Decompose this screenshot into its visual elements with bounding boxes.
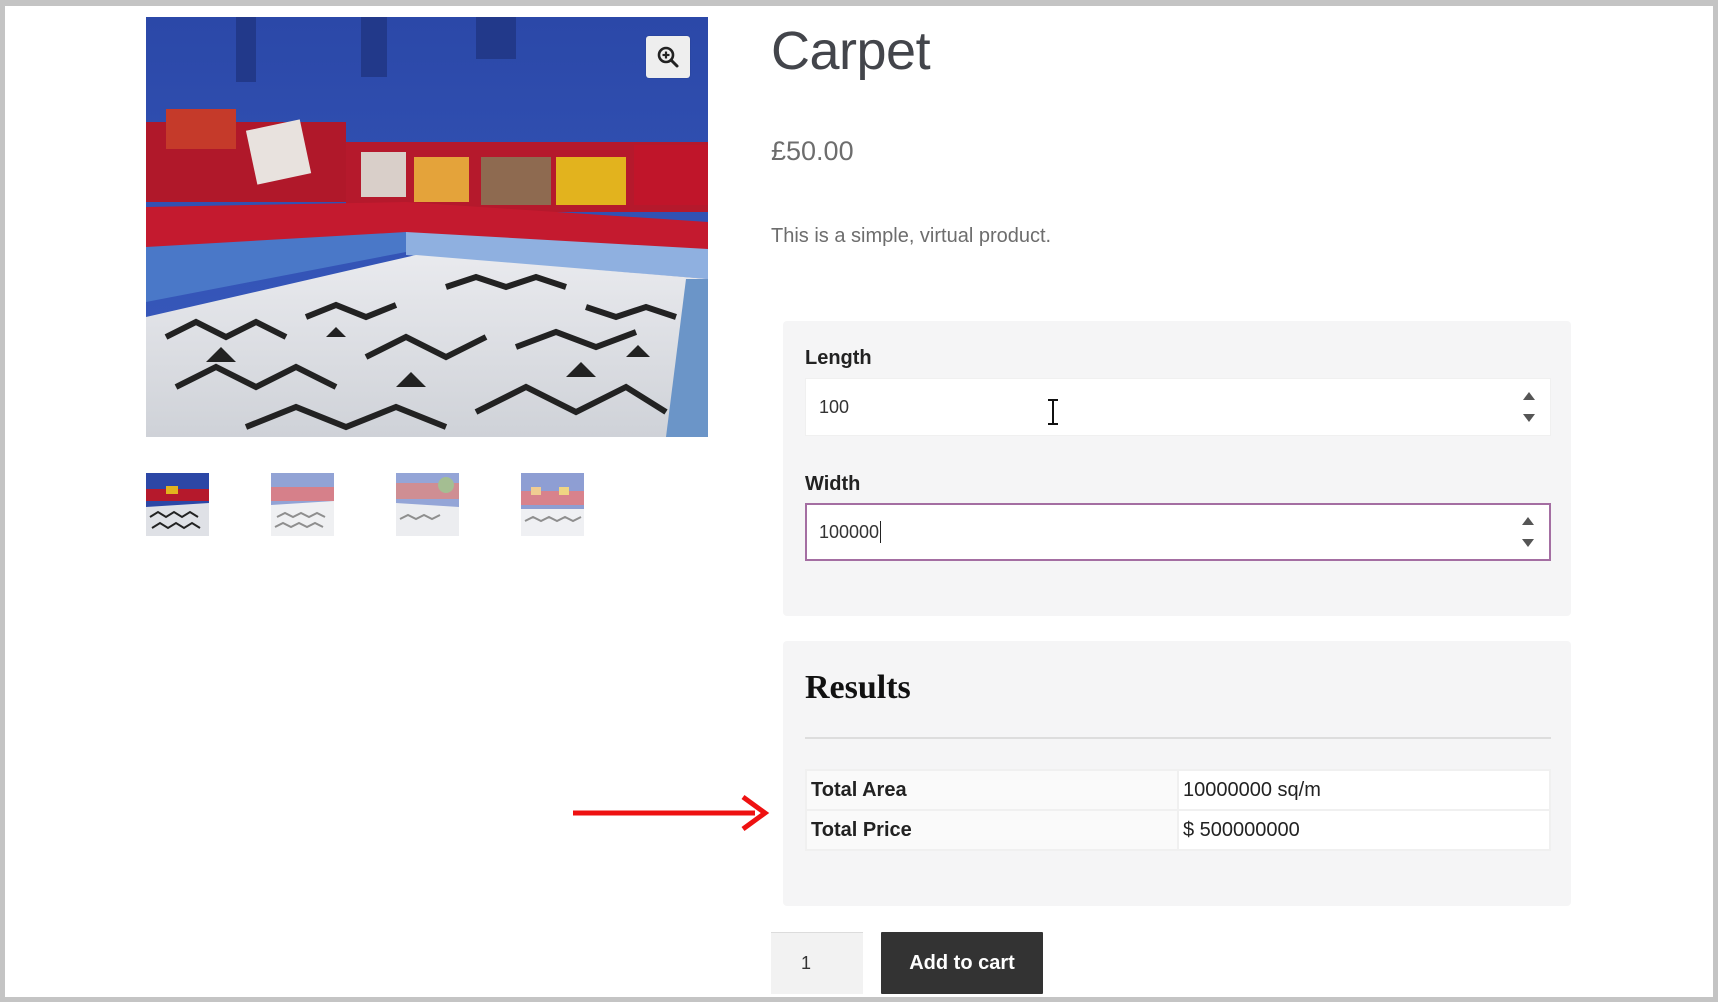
width-input[interactable]: 100000 <box>805 503 1551 561</box>
gallery-thumbnails <box>146 473 586 536</box>
total-price-value: $ 500000000 <box>1177 809 1551 851</box>
thumbnail-image <box>271 473 334 536</box>
zoom-button[interactable] <box>646 36 690 78</box>
product-description: This is a simple, virtual product. <box>771 225 1052 247</box>
product-photo-carpet-room <box>146 17 708 437</box>
length-value: 100 <box>819 396 850 417</box>
gallery-thumbnail[interactable] <box>271 473 334 536</box>
magnifier-plus-icon <box>657 46 679 68</box>
spin-up-icon[interactable] <box>1522 517 1534 525</box>
input-caret <box>880 521 882 543</box>
results-title: Results <box>805 669 911 706</box>
spin-down-icon[interactable] <box>1522 539 1534 547</box>
thumbnail-image <box>146 473 209 536</box>
total-area-value: 10000000 sq/m <box>1177 769 1551 811</box>
thumbnail-image <box>396 473 459 536</box>
total-area-label: Total Area <box>805 769 1179 811</box>
spin-up-icon[interactable] <box>1523 392 1535 400</box>
results-panel: Results Total Area 10000000 sq/m Total P… <box>783 641 1571 906</box>
table-row: Total Price $ 500000000 <box>805 809 1551 851</box>
text-cursor-icon <box>1046 399 1060 430</box>
total-price-label: Total Price <box>805 809 1179 851</box>
quantity-input[interactable]: 1 <box>771 932 863 994</box>
results-divider <box>805 737 1551 739</box>
width-spinner[interactable] <box>1519 517 1537 547</box>
length-label: Length <box>805 347 872 369</box>
spin-down-icon[interactable] <box>1523 414 1535 422</box>
red-arrow-icon <box>573 793 779 838</box>
product-main-image[interactable] <box>146 17 708 437</box>
gallery-thumbnail[interactable] <box>521 473 584 536</box>
add-to-cart-button[interactable]: Add to cart <box>881 932 1043 994</box>
table-row: Total Area 10000000 sq/m <box>805 769 1551 811</box>
gallery-thumbnail[interactable] <box>396 473 459 536</box>
dimensions-calculator-form: Length 100 Width 100000 <box>783 321 1571 616</box>
browser-frame: Carpet £50.00 This is a simple, virtual … <box>0 0 1718 1002</box>
results-table: Total Area 10000000 sq/m Total Price $ 5… <box>805 769 1551 851</box>
product-title: Carpet <box>771 21 931 81</box>
width-label: Width <box>805 473 861 495</box>
width-value: 100000 <box>819 521 880 542</box>
product-price: £50.00 <box>771 136 854 166</box>
gallery-thumbnail[interactable] <box>146 473 209 536</box>
thumbnail-image <box>521 473 584 536</box>
length-spinner[interactable] <box>1520 392 1538 422</box>
length-input[interactable]: 100 <box>805 378 1551 436</box>
